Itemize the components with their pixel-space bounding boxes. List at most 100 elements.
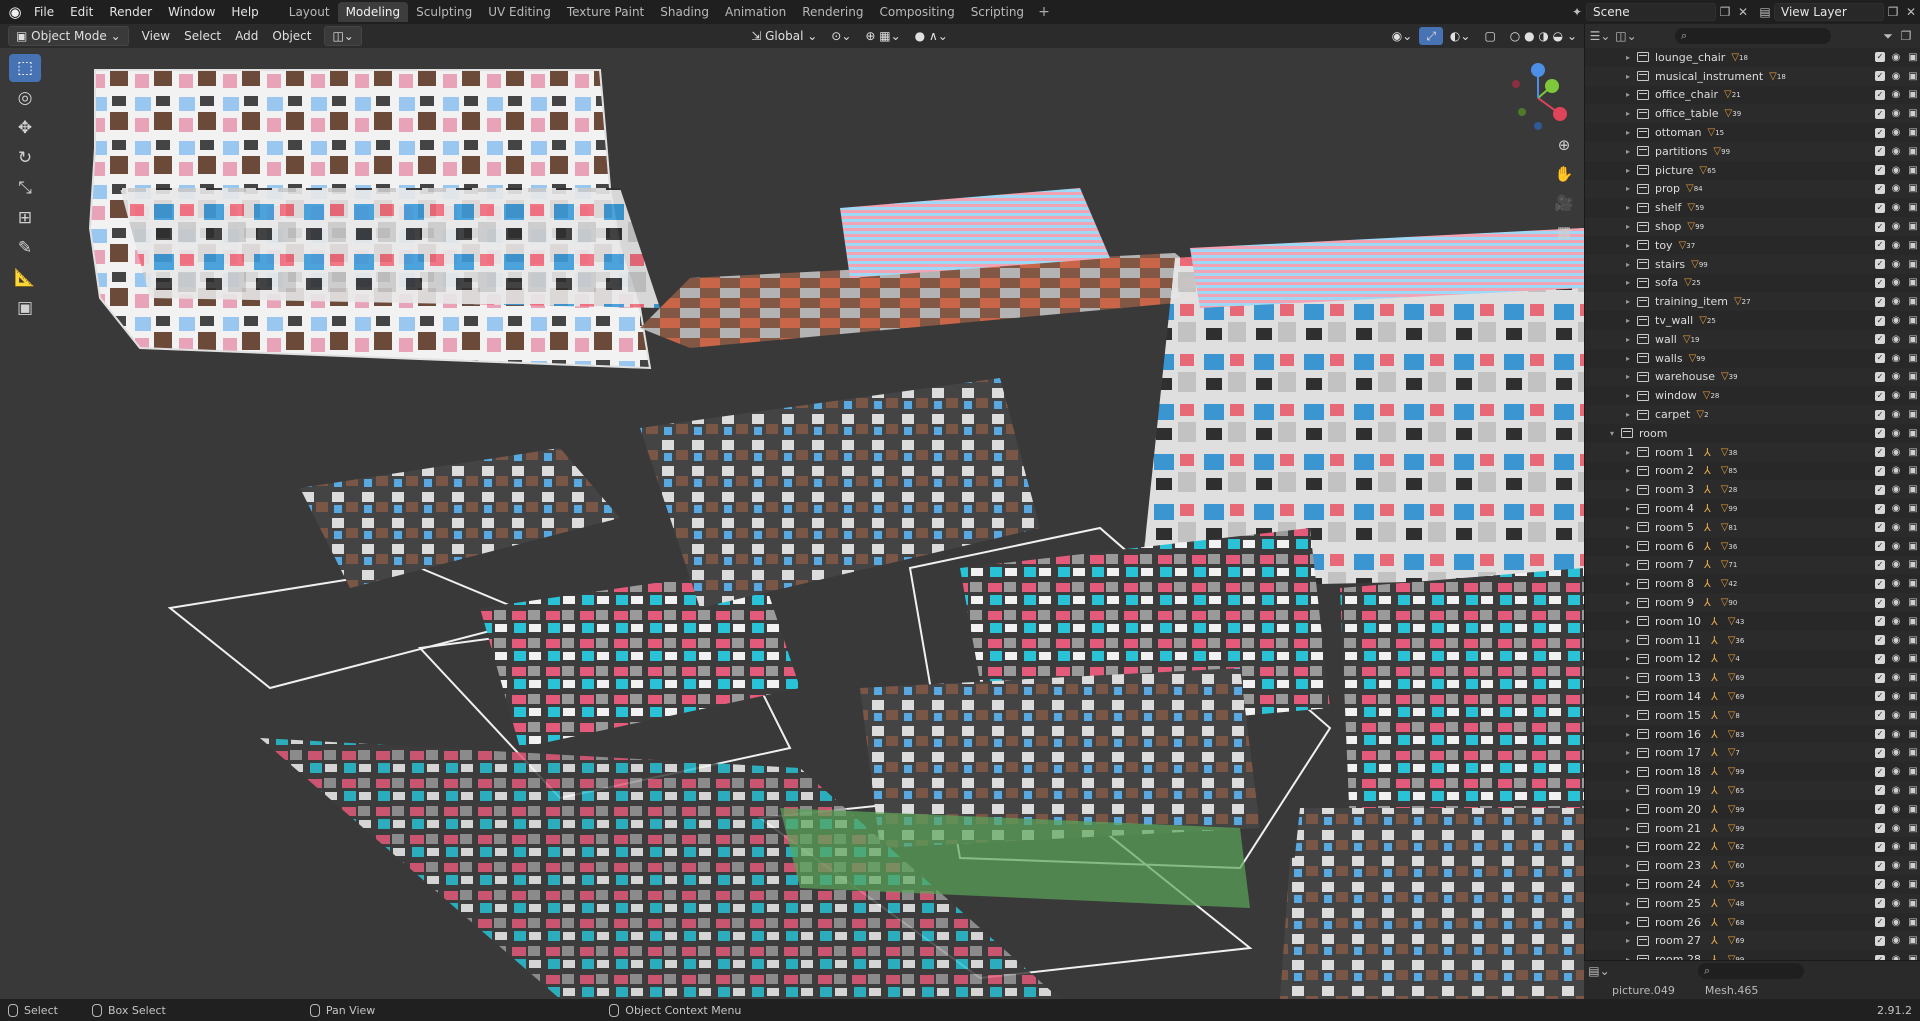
- expand-arrow-icon[interactable]: ▸: [1623, 842, 1633, 851]
- eye-icon[interactable]: ◉: [1890, 559, 1902, 570]
- camera-render-icon[interactable]: ▣: [1907, 465, 1919, 476]
- outliner-row[interactable]: ▸ room 25 ⅄ ▽48 ✓ ◉ ▣: [1585, 893, 1920, 913]
- expand-arrow-icon[interactable]: ▸: [1623, 316, 1633, 325]
- exclude-checkbox[interactable]: ✓: [1875, 541, 1885, 552]
- outliner-row[interactable]: ▸ room 26 ⅄ ▽68 ✓ ◉ ▣: [1585, 913, 1920, 932]
- exclude-checkbox[interactable]: ✓: [1875, 559, 1885, 570]
- camera-render-icon[interactable]: ▣: [1907, 522, 1919, 533]
- view-layer-selector[interactable]: View Layer: [1774, 3, 1884, 21]
- overlay-icon[interactable]: ◐⌄: [1443, 27, 1478, 45]
- camera-render-icon[interactable]: ▣: [1907, 221, 1919, 232]
- camera-render-icon[interactable]: ▣: [1907, 578, 1919, 589]
- expand-arrow-icon[interactable]: ▸: [1623, 184, 1633, 193]
- outliner-row[interactable]: ▸ room 8 ⅄ ▽42 ✓ ◉ ▣: [1585, 574, 1920, 593]
- outliner-row[interactable]: ▸ room 19 ⅄ ▽65 ✓ ◉ ▣: [1585, 781, 1920, 800]
- scene-icon[interactable]: ✦: [1568, 3, 1586, 21]
- exclude-checkbox[interactable]: ✓: [1875, 522, 1885, 533]
- exclude-checkbox[interactable]: ✓: [1875, 259, 1885, 270]
- camera-render-icon[interactable]: ▣: [1907, 89, 1919, 100]
- outliner-row[interactable]: ▸ room 3 ⅄ ▽28 ✓ ◉ ▣: [1585, 480, 1920, 500]
- eye-icon[interactable]: ◉: [1890, 898, 1902, 909]
- eye-icon[interactable]: ◉: [1890, 635, 1902, 646]
- camera-render-icon[interactable]: ▣: [1907, 428, 1919, 439]
- camera-render-icon[interactable]: ▣: [1907, 672, 1919, 683]
- outliner-row[interactable]: ▸ room 20 ⅄ ▽99 ✓ ◉ ▣: [1585, 800, 1920, 819]
- expand-arrow-icon[interactable]: ▸: [1623, 899, 1633, 908]
- exclude-checkbox[interactable]: ✓: [1875, 202, 1885, 213]
- eye-icon[interactable]: ◉: [1890, 766, 1902, 777]
- outliner-row[interactable]: ▸ room 10 ⅄ ▽43 ✓ ◉ ▣: [1585, 612, 1920, 631]
- eye-icon[interactable]: ◉: [1890, 259, 1902, 270]
- eye-icon[interactable]: ◉: [1890, 860, 1902, 871]
- eye-icon[interactable]: ◉: [1890, 578, 1902, 589]
- viewport-menu-select[interactable]: Select: [177, 27, 228, 45]
- expand-arrow-icon[interactable]: ▸: [1623, 598, 1633, 607]
- exclude-checkbox[interactable]: ✓: [1875, 860, 1885, 871]
- camera-render-icon[interactable]: ▣: [1907, 447, 1919, 458]
- expand-arrow-icon[interactable]: ▸: [1623, 53, 1633, 62]
- shading-modes[interactable]: ○ ● ◑ ◒ ⌄: [1503, 27, 1584, 45]
- exclude-checkbox[interactable]: ✓: [1875, 841, 1885, 852]
- outliner-row[interactable]: ▸ ottoman ▽15 ✓ ◉ ▣: [1585, 123, 1920, 142]
- outliner-row[interactable]: ▸ training_item ▽27 ✓ ◉ ▣: [1585, 292, 1920, 312]
- exclude-checkbox[interactable]: ✓: [1875, 71, 1885, 82]
- eye-icon[interactable]: ◉: [1890, 146, 1902, 157]
- tab-modeling[interactable]: Modeling: [337, 2, 409, 22]
- exclude-checkbox[interactable]: ✓: [1875, 898, 1885, 909]
- properties-search-input[interactable]: ⌕: [1698, 962, 1804, 979]
- new-collection-icon[interactable]: ❐: [1897, 27, 1915, 45]
- eye-icon[interactable]: ◉: [1890, 672, 1902, 683]
- proportional-edit-icon[interactable]: ● ∧⌄: [908, 27, 955, 45]
- exclude-checkbox[interactable]: ✓: [1875, 277, 1885, 288]
- camera-render-icon[interactable]: ▣: [1907, 277, 1919, 288]
- exclude-checkbox[interactable]: ✓: [1875, 804, 1885, 815]
- cursor-tool-icon[interactable]: ◎: [9, 84, 41, 112]
- outliner-row[interactable]: ▸ room 15 ⅄ ▽8 ✓ ◉ ▣: [1585, 705, 1920, 725]
- eye-icon[interactable]: ◉: [1890, 841, 1902, 852]
- expand-arrow-icon[interactable]: ▸: [1623, 90, 1633, 99]
- camera-icon[interactable]: 🎥: [1552, 191, 1576, 215]
- eye-icon[interactable]: ◉: [1890, 465, 1902, 476]
- exclude-checkbox[interactable]: ✓: [1875, 935, 1885, 946]
- eye-icon[interactable]: ◉: [1890, 710, 1902, 721]
- outliner-row[interactable]: ▸ walls ▽99 ✓ ◉ ▣: [1585, 349, 1920, 368]
- viewport-menu-object[interactable]: Object: [265, 27, 318, 45]
- exclude-checkbox[interactable]: ✓: [1875, 315, 1885, 326]
- exclude-checkbox[interactable]: ✓: [1875, 428, 1885, 439]
- camera-render-icon[interactable]: ▣: [1907, 616, 1919, 627]
- exclude-checkbox[interactable]: ✓: [1875, 296, 1885, 307]
- eye-icon[interactable]: ◉: [1890, 353, 1902, 364]
- expand-arrow-icon[interactable]: ▸: [1623, 448, 1633, 457]
- outliner-row[interactable]: ▸ room 16 ⅄ ▽83 ✓ ◉ ▣: [1585, 725, 1920, 744]
- expand-arrow-icon[interactable]: ▸: [1623, 260, 1633, 269]
- expand-arrow-icon[interactable]: ▸: [1623, 542, 1633, 551]
- view-layer-icon[interactable]: ▤: [1756, 3, 1774, 21]
- expand-arrow-icon[interactable]: ▸: [1623, 786, 1633, 795]
- exclude-checkbox[interactable]: ✓: [1875, 240, 1885, 251]
- eye-icon[interactable]: ◉: [1890, 296, 1902, 307]
- eye-icon[interactable]: ◉: [1890, 691, 1902, 702]
- expand-arrow-icon[interactable]: ▸: [1623, 711, 1633, 720]
- eye-icon[interactable]: ◉: [1890, 202, 1902, 213]
- exclude-checkbox[interactable]: ✓: [1875, 616, 1885, 627]
- eye-icon[interactable]: ◉: [1890, 390, 1902, 401]
- tab-layout[interactable]: Layout: [281, 2, 338, 22]
- eye-icon[interactable]: ◉: [1890, 804, 1902, 815]
- expand-arrow-icon[interactable]: ▸: [1623, 824, 1633, 833]
- exclude-checkbox[interactable]: ✓: [1875, 390, 1885, 401]
- exclude-checkbox[interactable]: ✓: [1875, 917, 1885, 928]
- expand-arrow-icon[interactable]: ▸: [1623, 861, 1633, 870]
- eye-icon[interactable]: ◉: [1890, 503, 1902, 514]
- 3d-viewport[interactable]: ⬚ ◎ ✥ ↻ ⤡ ⊞ ✎ 📐 ▣ ⊕ ✋ 🎥 ▦: [0, 48, 1584, 999]
- eye-icon[interactable]: ◉: [1890, 729, 1902, 740]
- camera-render-icon[interactable]: ▣: [1907, 898, 1919, 909]
- exclude-checkbox[interactable]: ✓: [1875, 465, 1885, 476]
- outliner-row[interactable]: ▸ room 6 ⅄ ▽36 ✓ ◉ ▣: [1585, 537, 1920, 556]
- outliner-row[interactable]: ▸ toy ▽37 ✓ ◉ ▣: [1585, 236, 1920, 255]
- expand-arrow-icon[interactable]: ▸: [1623, 748, 1633, 757]
- menu-render[interactable]: Render: [101, 0, 160, 24]
- camera-render-icon[interactable]: ▣: [1907, 879, 1919, 890]
- outliner-row[interactable]: ▸ room 23 ⅄ ▽60 ✓ ◉ ▣: [1585, 856, 1920, 876]
- tab-animation[interactable]: Animation: [717, 2, 794, 22]
- outliner-row[interactable]: ▸ room 27 ⅄ ▽69 ✓ ◉ ▣: [1585, 931, 1920, 951]
